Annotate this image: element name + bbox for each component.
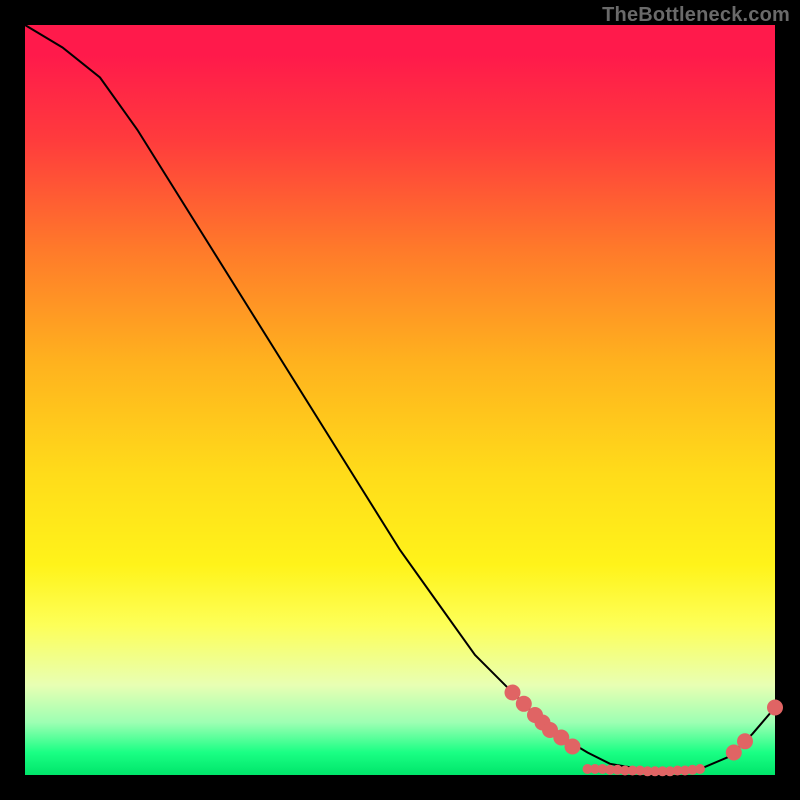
curve-marker <box>505 685 521 701</box>
attribution-watermark: TheBottleneck.com <box>602 4 790 27</box>
chart-svg <box>25 25 775 775</box>
bottleneck-curve <box>25 25 775 771</box>
curve-marker <box>767 700 783 716</box>
chart-frame: TheBottleneck.com <box>0 0 800 800</box>
curve-marker <box>695 764 705 774</box>
curve-markers <box>505 685 784 777</box>
curve-marker <box>565 739 581 755</box>
curve-marker <box>737 733 753 749</box>
